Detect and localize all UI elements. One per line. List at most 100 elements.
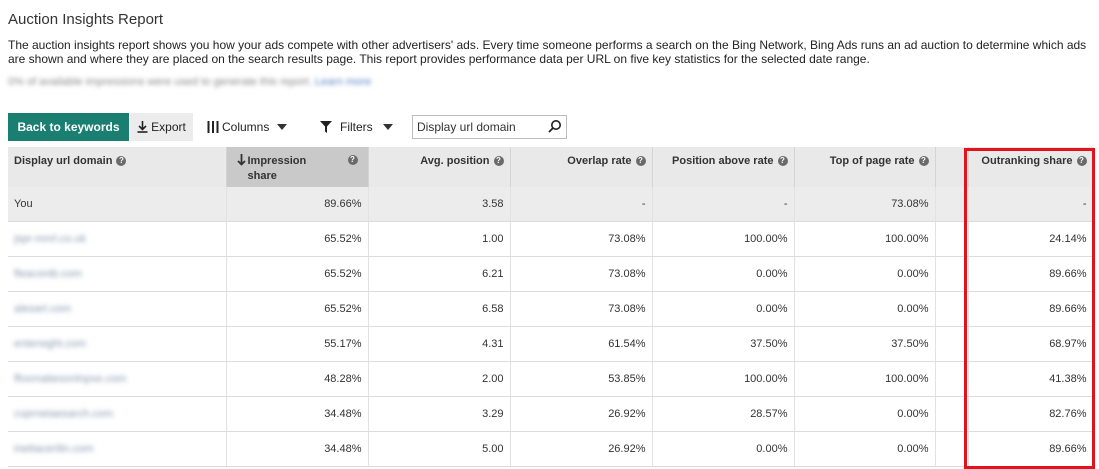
report-note: 0% of available impressions were used to… bbox=[8, 76, 371, 88]
cell-value: 0.00% bbox=[756, 268, 788, 280]
cell-outranking-share: 89.66% bbox=[968, 256, 1094, 292]
column-header-overlap-rate[interactable]: Overlap rate? bbox=[510, 147, 653, 187]
cell-value: 26.92% bbox=[608, 408, 646, 420]
help-icon[interactable]: ? bbox=[1076, 156, 1087, 167]
column-header-avg-position[interactable]: Avg. position? bbox=[368, 147, 511, 187]
column-header-top-of-page-rate[interactable]: Top of page rate? bbox=[794, 147, 936, 187]
cell-value: 53.85% bbox=[608, 373, 646, 385]
cell-value: jspr-mnrl.co.uk bbox=[14, 233, 87, 245]
cell-value: 89.66% bbox=[1049, 443, 1087, 455]
search-box bbox=[412, 115, 567, 139]
cell-value: 24.14% bbox=[1049, 233, 1087, 245]
cell-overlap-rate: - bbox=[510, 187, 653, 222]
columns-label: Columns bbox=[222, 120, 270, 134]
cell-value: 73.08% bbox=[891, 198, 929, 210]
cell-position-above-rate: 37.50% bbox=[652, 326, 795, 362]
sort-down-arrow-icon bbox=[236, 154, 246, 166]
cell-top-of-page-rate: 0.00% bbox=[794, 291, 936, 327]
cell-avg-position: 3.29 bbox=[368, 396, 511, 432]
column-header-label: Avg. position bbox=[420, 155, 490, 167]
table-row[interactable]: You 89.66% 3.58 - - 73.08% - bbox=[8, 187, 1094, 222]
cell-value: 73.08% bbox=[608, 303, 646, 315]
chevron-down-icon bbox=[382, 124, 393, 130]
cell-value: 3.58 bbox=[482, 198, 504, 210]
help-icon[interactable]: ? bbox=[635, 156, 646, 167]
help-icon[interactable]: ? bbox=[493, 156, 504, 167]
page-description: The auction insights report shows you ho… bbox=[8, 38, 1087, 66]
export-label: Export bbox=[151, 120, 186, 134]
table-row[interactable]: cvprnetaesarch.com 34.48% 3.29 26.92% 28.57%… bbox=[8, 396, 1094, 432]
cell-value: enterwght.com bbox=[14, 338, 87, 350]
cell-overlap-rate: 61.54% bbox=[510, 326, 653, 362]
cell-value: 89.66% bbox=[1049, 303, 1087, 315]
cell-position-above-rate: 100.00% bbox=[652, 361, 795, 397]
cell-value: inettacerilin.com bbox=[14, 443, 94, 455]
cell-value: 55.17% bbox=[324, 338, 362, 350]
cell-value: 73.08% bbox=[608, 268, 646, 280]
cell-value: alesart.com bbox=[14, 303, 71, 315]
cell-avg-position: 5.00 bbox=[368, 431, 511, 467]
cell-position-above-rate: 0.00% bbox=[652, 256, 795, 292]
table-row[interactable]: fleaconib.com 65.52% 6.21 73.08% 0.00% 0.00% 8… bbox=[8, 256, 1094, 292]
cell-value: - bbox=[1082, 198, 1087, 210]
search-input[interactable] bbox=[417, 119, 543, 135]
help-icon[interactable]: ? bbox=[347, 155, 358, 165]
search-icon[interactable] bbox=[548, 119, 562, 133]
columns-icon bbox=[207, 121, 219, 133]
filters-button[interactable]: Filters bbox=[320, 113, 393, 141]
column-header-outranking-share[interactable]: Outranking share? bbox=[968, 147, 1094, 187]
column-header-impression-share[interactable]: Impression share ? bbox=[226, 147, 369, 187]
cell-impression-share: 34.48% bbox=[226, 396, 369, 432]
cell-value: 100.00% bbox=[744, 373, 788, 385]
cell-value: 82.76% bbox=[1049, 408, 1087, 420]
learn-more-link[interactable]: Learn more bbox=[315, 76, 371, 88]
cell-blank bbox=[935, 291, 969, 327]
cell-impression-share: 48.28% bbox=[226, 361, 369, 397]
help-icon[interactable]: ? bbox=[918, 156, 929, 167]
toolbar: Back to keywords Export Columns Filters bbox=[8, 113, 608, 141]
cell-avg-position: 2.00 bbox=[368, 361, 511, 397]
cell-value: 65.52% bbox=[324, 303, 362, 315]
columns-button[interactable]: Columns bbox=[207, 113, 288, 141]
cell-value: - bbox=[783, 198, 788, 210]
table-row[interactable]: jspr-mnrl.co.uk 65.52% 1.00 73.08% 100.00% 10… bbox=[8, 221, 1094, 257]
cell-value: 26.92% bbox=[608, 443, 646, 455]
cell-value: 37.50% bbox=[750, 338, 788, 350]
cell-value: 2.00 bbox=[482, 373, 504, 385]
cell-value: 68.97% bbox=[1049, 338, 1087, 350]
chevron-down-icon bbox=[277, 124, 288, 130]
column-header-label: Outranking share bbox=[981, 155, 1073, 167]
cell-impression-share: 65.52% bbox=[226, 221, 369, 257]
help-icon[interactable]: ? bbox=[777, 156, 788, 167]
table-row[interactable]: inettacerilin.com 34.48% 5.00 26.92% 0.00% 0.… bbox=[8, 431, 1094, 467]
cell-value: 0.00% bbox=[756, 303, 788, 315]
cell-overlap-rate: 53.85% bbox=[510, 361, 653, 397]
export-button[interactable]: Export bbox=[130, 113, 193, 141]
column-header-position-above-rate[interactable]: Position above rate? bbox=[652, 147, 795, 187]
cell-blank bbox=[935, 396, 969, 432]
cell-value: 6.58 bbox=[482, 303, 504, 315]
table-row[interactable]: ffoxmatiesonlnpxe.com 48.28% 2.00 53.85% 100… bbox=[8, 361, 1094, 397]
cell-top-of-page-rate: 0.00% bbox=[794, 256, 936, 292]
cell-top-of-page-rate: 37.50% bbox=[794, 326, 936, 362]
column-header-label: Impression share bbox=[247, 155, 307, 182]
filter-icon bbox=[320, 121, 332, 133]
column-header-display-url-domain[interactable]: Display url domain? bbox=[8, 147, 227, 187]
cell-avg-position: 6.58 bbox=[368, 291, 511, 327]
cell-domain: ffoxmatiesonlnpxe.com bbox=[8, 361, 227, 397]
cell-value: 0.00% bbox=[897, 303, 929, 315]
cell-domain: You bbox=[8, 187, 227, 222]
cell-outranking-share: 89.66% bbox=[968, 431, 1094, 467]
back-to-keywords-button[interactable]: Back to keywords bbox=[8, 113, 129, 141]
cell-value: 61.54% bbox=[608, 338, 646, 350]
table-row[interactable]: enterwght.com 55.17% 4.31 61.54% 37.50% 37.50… bbox=[8, 326, 1094, 362]
cell-value: fleaconib.com bbox=[14, 268, 82, 280]
cell-value: 34.48% bbox=[324, 443, 362, 455]
cell-domain: alesart.com bbox=[8, 291, 227, 327]
help-icon[interactable]: ? bbox=[116, 156, 127, 167]
cell-value: 65.52% bbox=[324, 268, 362, 280]
table-header-row: Display url domain? Impression share ? A… bbox=[8, 147, 1094, 187]
table-row[interactable]: alesart.com 65.52% 6.58 73.08% 0.00% 0.00% 89.… bbox=[8, 291, 1094, 327]
cell-blank bbox=[935, 187, 969, 222]
cell-value: ffoxmatiesonlnpxe.com bbox=[14, 373, 127, 385]
